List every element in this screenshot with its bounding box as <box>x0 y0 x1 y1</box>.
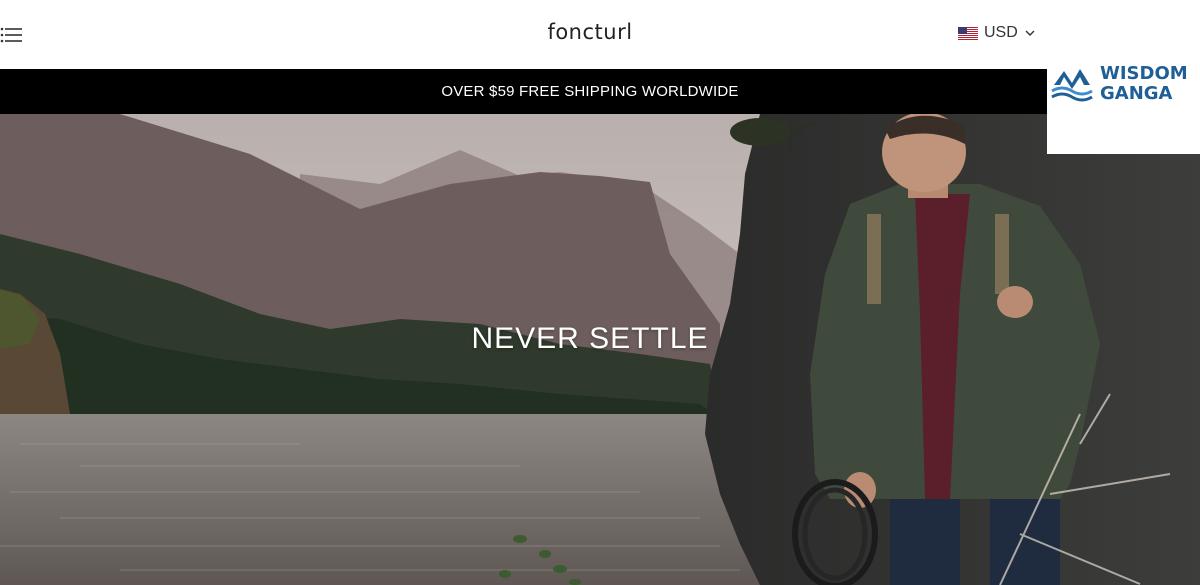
watermark-logo: WISDOM GANGA <box>1047 55 1200 154</box>
currency-label: USD <box>984 24 1018 41</box>
site-header: foncturl USD <box>0 0 1200 69</box>
hero-title: NEVER SETTLE <box>471 322 709 355</box>
watermark-line1: WISDOM <box>1100 63 1188 84</box>
hero-banner[interactable]: NEVER SETTLE <box>0 114 1200 585</box>
announcement-text: OVER $59 FREE SHIPPING WORLDWIDE <box>441 83 739 100</box>
currency-selector[interactable]: USD <box>958 21 1036 45</box>
watermark-line2: GANGA <box>1100 83 1173 104</box>
us-flag-icon <box>958 26 978 40</box>
chevron-down-icon <box>1025 30 1035 36</box>
wisdom-ganga-logo: WISDOM GANGA <box>1051 63 1188 104</box>
announcement-bar: OVER $59 FREE SHIPPING WORLDWIDE <box>0 69 1200 114</box>
